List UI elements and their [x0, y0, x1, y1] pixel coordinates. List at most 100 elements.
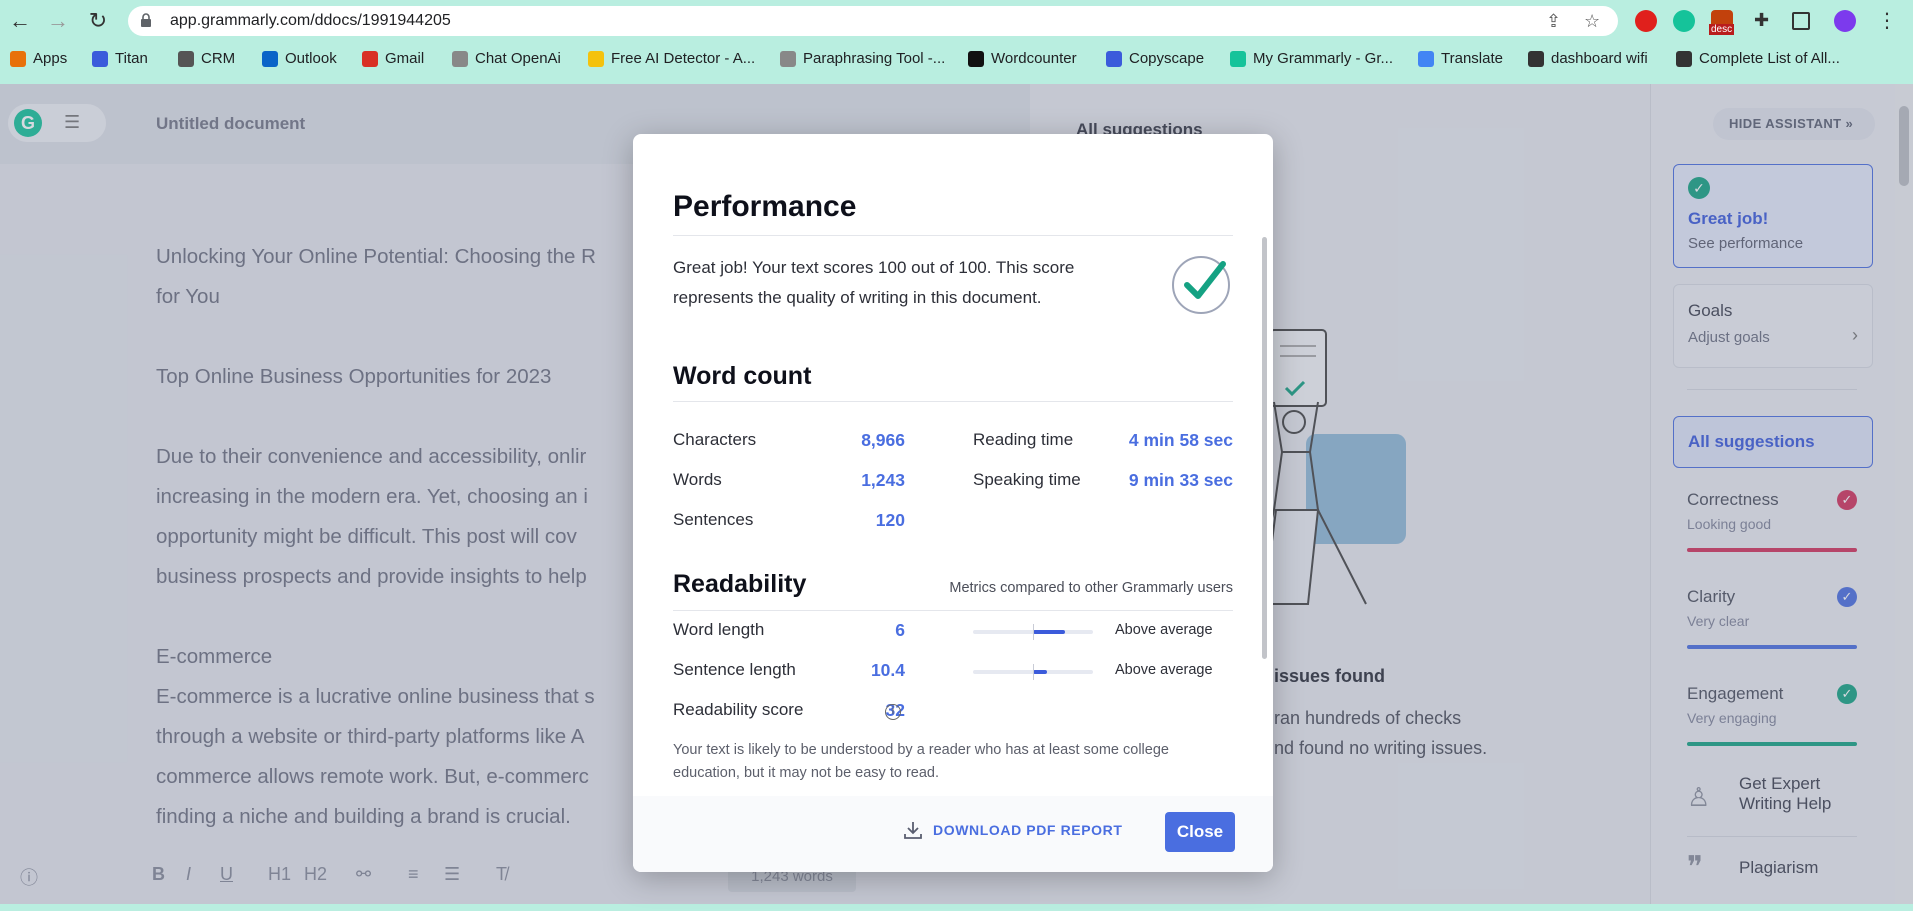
- word-length-label: Word length: [673, 620, 765, 639]
- readability-title: Readability: [673, 570, 807, 598]
- bookmark-label: Free AI Detector - A...: [611, 50, 756, 67]
- desc-extension-icon[interactable]: desc: [1709, 10, 1735, 35]
- sentence-length-meter: [973, 664, 1093, 680]
- bookmark-item[interactable]: Outlook: [262, 50, 337, 67]
- modal-scrollbar-thumb[interactable]: [1262, 237, 1267, 659]
- sentences-value: 120: [875, 510, 905, 530]
- characters-value: 8,966: [861, 430, 905, 450]
- readability-note: Metrics compared to other Grammarly user…: [949, 580, 1233, 596]
- grammarly-icon: [1230, 50, 1246, 67]
- bookmark-label: dashboard wifi: [1551, 50, 1648, 67]
- puzzle-extensions-icon[interactable]: ✚: [1754, 10, 1776, 32]
- performance-text-line-1: Great job! Your text scores 100 out of 1…: [673, 258, 1075, 277]
- openai-icon: [452, 50, 468, 67]
- bookmark-label: Titan: [115, 50, 148, 67]
- divider: [673, 610, 1233, 611]
- bookmark-item[interactable]: My Grammarly - Gr...: [1230, 50, 1393, 67]
- mail-icon: [92, 50, 108, 67]
- globe-icon: [1676, 50, 1692, 67]
- sentence-length-label: Sentence length: [673, 660, 796, 679]
- outlook-icon: [262, 50, 278, 67]
- bookmark-item[interactable]: Free AI Detector - A...: [588, 50, 755, 67]
- lock-icon: [141, 13, 151, 27]
- bookmark-item[interactable]: Paraphrasing Tool -...: [780, 50, 945, 67]
- word-length-rating: Above average: [1115, 622, 1213, 638]
- performance-modal: Performance Great job! Your text scores …: [633, 134, 1273, 872]
- detector-icon: [588, 50, 604, 67]
- opera-extension-icon[interactable]: [1635, 10, 1657, 32]
- bookmark-item[interactable]: Complete List of All...: [1676, 50, 1840, 67]
- gmail-icon: [362, 50, 378, 67]
- bookmark-item[interactable]: Translate: [1418, 50, 1503, 67]
- meter-average-marker: [1033, 664, 1034, 680]
- side-panel-icon[interactable]: [1792, 12, 1810, 30]
- readability-score-label: Readability score: [673, 700, 804, 719]
- bookmark-item[interactable]: dashboard wifi: [1528, 50, 1648, 67]
- profile-avatar[interactable]: [1834, 10, 1856, 32]
- sentence-length-value: 10.4: [870, 660, 905, 680]
- star-icon[interactable]: ☆: [1584, 11, 1600, 32]
- forward-arrow-icon[interactable]: →: [46, 9, 70, 33]
- characters-label: Characters: [673, 430, 757, 449]
- translate-icon: [1418, 50, 1434, 67]
- bookmark-item[interactable]: CRM: [178, 50, 235, 67]
- browser-chrome: ← → ↻ app.grammarly.com/ddocs/1991944205…: [0, 0, 1913, 84]
- sentence-length-rating: Above average: [1115, 662, 1213, 678]
- sentence-length-meter-fill: [1033, 670, 1048, 674]
- download-pdf-label: DOWNLOAD PDF REPORT: [933, 822, 1123, 838]
- bookmark-label: CRM: [201, 50, 236, 67]
- w-icon: [968, 50, 984, 67]
- url-text: app.grammarly.com/ddocs/1991944205: [170, 12, 451, 29]
- word-length-value: 6: [895, 620, 905, 640]
- reading-time-value: 4 min 58 sec: [1128, 430, 1233, 450]
- address-bar[interactable]: app.grammarly.com/ddocs/1991944205 ⇪ ☆: [128, 6, 1618, 36]
- bookmark-item[interactable]: Titan: [92, 50, 148, 67]
- bookmark-label: My Grammarly - Gr...: [1253, 50, 1393, 67]
- c-icon: [1106, 50, 1122, 67]
- divider: [673, 235, 1233, 236]
- bookmark-label: Outlook: [285, 50, 337, 67]
- readability-desc-line-1: Your text is likely to be understood by …: [673, 742, 1169, 758]
- quill-icon: [780, 50, 796, 67]
- share-icon[interactable]: ⇪: [1546, 11, 1561, 32]
- reading-time-label: Reading time: [973, 430, 1074, 449]
- speaking-time-value: 9 min 33 sec: [1128, 470, 1233, 490]
- kebab-menu-icon[interactable]: ⋮: [1876, 10, 1898, 32]
- bookmark-label: Copyscape: [1129, 50, 1205, 67]
- performance-text-line-2: represents the quality of writing in thi…: [673, 288, 1042, 307]
- word-count-title: Word count: [673, 362, 812, 390]
- performance-title: Performance: [673, 190, 857, 223]
- bookmark-item[interactable]: Chat OpenAi: [452, 50, 561, 67]
- words-value: 1,243: [861, 470, 905, 490]
- info-icon[interactable]: i: [885, 704, 901, 720]
- grammarly-extension-icon[interactable]: [1673, 10, 1695, 32]
- window-bottom-edge: [0, 904, 1913, 911]
- meter-average-marker: [1033, 624, 1034, 640]
- word-length-meter: [973, 624, 1093, 640]
- word-length-meter-fill: [1033, 630, 1066, 634]
- download-icon: [904, 822, 922, 839]
- words-label: Words: [673, 470, 722, 489]
- speaking-time-label: Speaking time: [973, 470, 1081, 489]
- download-pdf-button[interactable]: DOWNLOAD PDF REPORT: [903, 820, 1123, 840]
- bookmark-item[interactable]: Wordcounter: [968, 50, 1077, 67]
- bookmark-label: Chat OpenAi: [475, 50, 561, 67]
- apps-grid-icon: [10, 50, 26, 67]
- bookmark-label: Wordcounter: [991, 50, 1077, 67]
- close-button[interactable]: Close: [1165, 812, 1235, 852]
- divider: [673, 401, 1233, 402]
- readability-desc-line-2: education, but it may not be easy to rea…: [673, 765, 939, 781]
- crm-icon: [178, 50, 194, 67]
- bookmarks-bar: Apps Titan CRM Outlook Gmail Chat OpenAi Free …: [0, 46, 1913, 74]
- bookmark-item[interactable]: Gmail: [362, 50, 424, 67]
- bookmark-label: Gmail: [385, 50, 425, 67]
- sentences-label: Sentences: [673, 510, 754, 529]
- bookmark-label: Paraphrasing Tool -...: [803, 50, 946, 67]
- back-arrow-icon[interactable]: ←: [8, 9, 32, 33]
- bookmark-item[interactable]: Copyscape: [1106, 50, 1204, 67]
- bookmark-label: Complete List of All...: [1699, 50, 1840, 67]
- modal-footer: DOWNLOAD PDF REPORT Close: [633, 796, 1273, 872]
- score-check-icon: [1172, 256, 1230, 314]
- reload-icon[interactable]: ↻: [86, 9, 110, 33]
- bookmark-item[interactable]: Apps: [10, 50, 67, 67]
